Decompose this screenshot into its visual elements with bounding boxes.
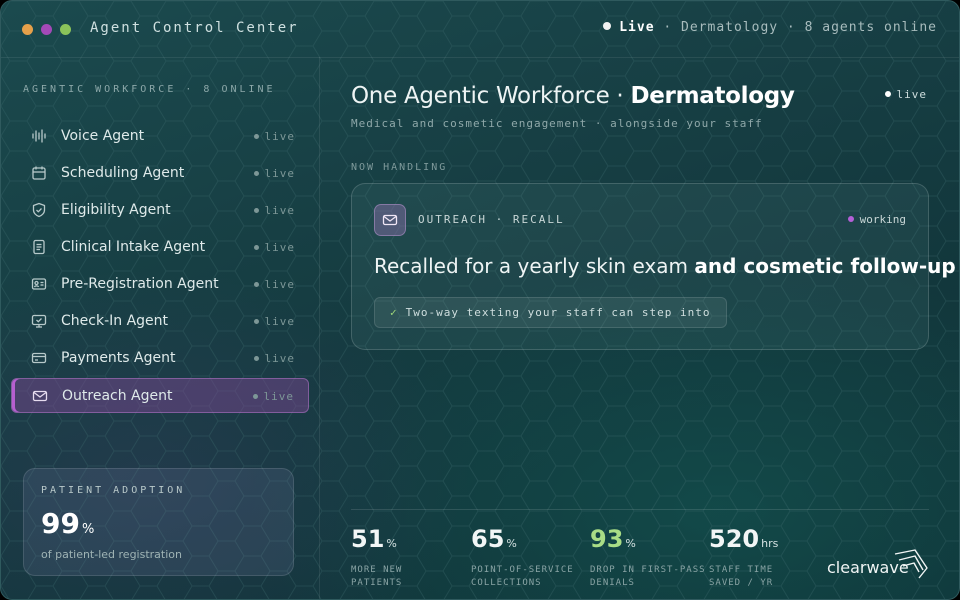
sidebar-item-label: Voice Agent (61, 128, 145, 144)
agent-status: live (253, 167, 296, 180)
page-title: One Agentic Workforce · Dermatology (351, 83, 795, 109)
sidebar-item-clinical-intake-agent[interactable]: Clinical Intake Agent live (11, 230, 309, 265)
minimize-window-button[interactable] (41, 24, 52, 35)
agent-status: live (252, 390, 295, 403)
app-title: Agent Control Center (90, 20, 299, 36)
agent-status: live (253, 315, 296, 328)
patient-adoption-card: PATIENT ADOPTION 99% of patient-led regi… (23, 468, 294, 576)
live-dot-icon (603, 22, 612, 30)
stat-staff-time: 520 hrs STAFF TIME SAVED / YR (709, 525, 779, 588)
sidebar-item-label: Check-In Agent (61, 313, 169, 329)
sidebar-item-label: Pre-Registration Agent (61, 276, 219, 292)
sidebar-item-eligibility-agent[interactable]: Eligibility Agent live (11, 193, 309, 228)
mail-icon (32, 390, 48, 402)
task-state: working (847, 213, 906, 226)
sidebar-item-label: Scheduling Agent (61, 165, 185, 181)
sidebar-item-label: Payments Agent (61, 350, 176, 366)
agent-status: live (253, 352, 296, 365)
stats-divider (351, 509, 929, 510)
check-icon: ✓ (390, 306, 398, 319)
title-bar: Agent Control Center Live · Dermatology … (1, 1, 959, 58)
sidebar-heading: AGENTIC WORKFORCE · 8 ONLINE (23, 84, 276, 95)
monitor-icon (31, 314, 47, 328)
brand-logo: clearwave (827, 548, 937, 580)
close-window-button[interactable] (22, 24, 33, 35)
sidebar-item-label: Outreach Agent (62, 388, 173, 404)
agent-status: live (253, 204, 296, 217)
maximize-window-button[interactable] (60, 24, 71, 35)
task-headline: Recalled for a yearly skin exam and cosm… (374, 254, 956, 278)
sidebar: AGENTIC WORKFORCE · 8 ONLINE Voice Agent… (1, 57, 320, 599)
clearwave-logo-icon (894, 549, 928, 579)
adoption-value: 99% (41, 507, 95, 540)
credit-card-icon (31, 352, 47, 364)
live-label: Live (619, 20, 655, 35)
calendar-icon (32, 166, 46, 180)
stat-pos-collections: 65% POINT-OF-SERVICE COLLECTIONS (471, 525, 574, 588)
adoption-caption: of patient-led registration (41, 548, 182, 561)
task-tag: OUTREACH · RECALL (418, 213, 565, 226)
shield-check-icon (32, 202, 46, 218)
mail-icon (382, 214, 398, 226)
live-badge: live (884, 88, 928, 101)
sidebar-item-pre-registration-agent[interactable]: Pre-Registration Agent live (11, 267, 309, 302)
outreach-badge (374, 204, 406, 236)
agent-status: live (253, 278, 296, 291)
sidebar-item-check-in-agent[interactable]: Check-In Agent live (11, 304, 309, 339)
stat-denials-drop: 93% DROP IN FIRST-PASS DENIALS (590, 525, 706, 588)
now-handling-card[interactable]: OUTREACH · RECALL working Recalled for a… (351, 183, 956, 350)
app-window: Agent Control Center Live · Dermatology … (0, 0, 960, 600)
agent-status: live (253, 130, 296, 143)
waveform-icon (32, 129, 46, 143)
sidebar-item-outreach-agent[interactable]: Outreach Agent live (11, 378, 309, 413)
adoption-title: PATIENT ADOPTION (41, 485, 186, 496)
sidebar-item-label: Clinical Intake Agent (61, 239, 206, 255)
sidebar-item-payments-agent[interactable]: Payments Agent live (11, 341, 309, 376)
specialty-label: · Dermatology · (663, 20, 796, 35)
sidebar-item-voice-agent[interactable]: Voice Agent live (11, 119, 309, 154)
status-indicator: Live · Dermatology · 8 agents online (603, 20, 937, 35)
feature-pill: ✓ Two-way texting your staff can step int… (374, 297, 727, 328)
stat-new-patients: 51% MORE NEW PATIENTS (351, 525, 403, 588)
now-handling-label: NOW HANDLING (351, 162, 448, 173)
sidebar-item-label: Eligibility Agent (61, 202, 171, 218)
sidebar-item-scheduling-agent[interactable]: Scheduling Agent live (11, 156, 309, 191)
page-subtitle: Medical and cosmetic engagement · alongs… (351, 117, 763, 130)
agents-online-label: 8 agents online (804, 20, 937, 35)
document-icon (33, 239, 45, 255)
id-card-icon (31, 278, 47, 290)
agent-status: live (253, 241, 296, 254)
